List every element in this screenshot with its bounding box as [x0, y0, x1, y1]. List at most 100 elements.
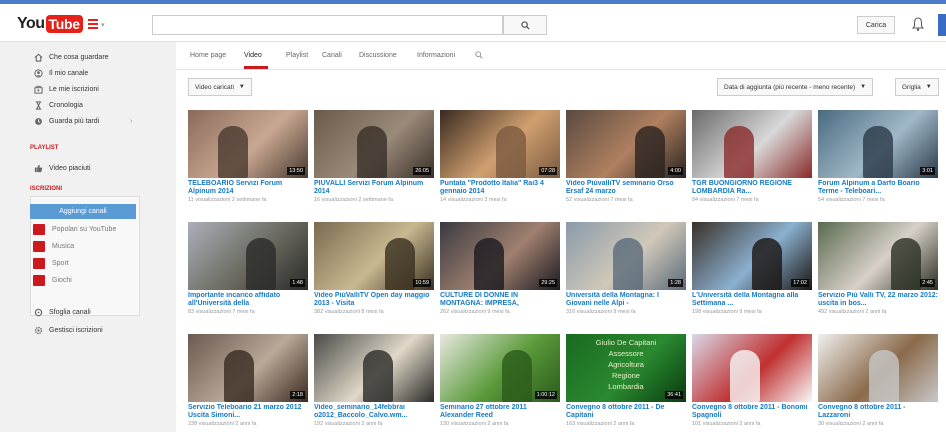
search-button[interactable]	[503, 15, 547, 35]
video-title[interactable]: Servizio Più Valli TV, 22 marzo 2012: us…	[818, 292, 938, 308]
tab-0[interactable]: Home page	[190, 52, 226, 59]
video-title[interactable]: Video PiùValliTV Open day maggio 2013 - …	[314, 292, 434, 308]
video-title[interactable]: Seminario 27 ottobre 2011 Alexander Reed	[440, 404, 560, 420]
sidebar-category-2[interactable]: Sport	[52, 260, 69, 267]
upload-button[interactable]: Carica	[857, 16, 895, 34]
video-title[interactable]: Importante incarico affidato all'Univers…	[188, 292, 308, 308]
video-title[interactable]: Puntata "Prodotto Italia" Rai3 4 gennaio…	[440, 180, 560, 196]
video-thumbnail[interactable]: Giulio De Capitani Assessore Agricoltura Re…	[566, 334, 686, 402]
video-thumbnail[interactable]: 10:59	[314, 222, 434, 290]
video-card[interactable]: 07:28 Puntata "Prodotto Italia" Rai3 4 ge…	[440, 110, 560, 220]
guide-menu-icon[interactable]: ▾	[88, 19, 106, 31]
browse-channels-icon	[33, 307, 43, 317]
sidebar-item-browse[interactable]: Sfoglia canali	[49, 309, 91, 316]
video-card[interactable]: 10:59 Video PiùValliTV Open day maggio 20…	[314, 222, 434, 332]
bell-icon[interactable]	[911, 16, 925, 32]
video-thumbnail[interactable]	[692, 110, 812, 178]
video-thumbnail[interactable]: 1:00:12	[440, 334, 560, 402]
video-title[interactable]: Convegno 8 ottobre 2011 - Bonomi Spagnol…	[692, 404, 812, 420]
video-meta: 14 visualizzazioni 3 mesi fa	[440, 197, 507, 203]
channel-search-icon[interactable]	[475, 51, 483, 61]
video-thumbnail[interactable]: 2:18	[188, 334, 308, 402]
video-card[interactable]: 3:01 Forum Alpinum a Darfo Boario Terme -…	[818, 110, 938, 220]
video-meta: 198 visualizzazioni 9 mesi fa	[692, 309, 762, 315]
video-card[interactable]: 4:00 Video PiùvalliTV seminario Orso Ersa…	[566, 110, 686, 220]
add-channels-button[interactable]: Aggiungi canali	[30, 204, 136, 219]
video-title[interactable]: TELEBOARIO Servizi Forum Alpinum 2014	[188, 180, 308, 196]
sidebar-item-liked[interactable]: Video piaciuti	[49, 165, 91, 172]
active-tab-indicator	[244, 66, 268, 69]
thumbnail-figure	[613, 238, 643, 290]
video-card[interactable]: 26:05 PIUVALLI Servizi Forum Alpinum 2014…	[314, 110, 434, 220]
filter-dropdown[interactable]: Video caricati ▼	[188, 78, 252, 96]
video-thumbnail[interactable]: 1:48	[188, 222, 308, 290]
video-title[interactable]: Convegno 8 ottobre 2011 - De Capitani	[566, 404, 686, 420]
video-thumbnail[interactable]: 17:02	[692, 222, 812, 290]
video-card[interactable]: 2:45 Servizio Più Valli TV, 22 marzo 2012…	[818, 222, 938, 332]
video-meta: 163 visualizzazioni 2 anni fa	[566, 421, 635, 427]
sidebar-category-0[interactable]: Popolari su YouTube	[52, 226, 116, 233]
video-thumbnail[interactable]	[692, 334, 812, 402]
sidebar-item-manage[interactable]: Gestisci iscrizioni	[49, 327, 103, 334]
video-title[interactable]: PIUVALLI Servizi Forum Alpinum 2014	[314, 180, 434, 196]
sidebar-category-3[interactable]: Giochi	[52, 277, 72, 284]
video-thumbnail[interactable]: 1:28	[566, 222, 686, 290]
video-thumbnail[interactable]: 4:00	[566, 110, 686, 178]
gear-icon	[33, 325, 43, 335]
chevron-right-icon[interactable]: ›	[130, 118, 132, 125]
tab-2[interactable]: Playlist	[286, 52, 308, 59]
video-title[interactable]: Video PiùvalliTV seminario Orso Ersaf 24…	[566, 180, 686, 196]
thumbnail-figure	[496, 126, 526, 178]
view-dropdown[interactable]: Griglia ▼	[895, 78, 939, 96]
search-input[interactable]	[152, 15, 503, 35]
video-thumbnail[interactable]	[314, 334, 434, 402]
tab-3[interactable]: Canali	[322, 52, 342, 59]
video-thumbnail[interactable]: 07:28	[440, 110, 560, 178]
video-card[interactable]: 1:28 Università della Montagna: I Giovani…	[566, 222, 686, 332]
video-title[interactable]: Convegno 8 ottobre 2011 - Lazzaroni	[818, 404, 938, 420]
sidebar-item-4[interactable]: Guarda più tardi	[49, 118, 99, 125]
sort-dropdown[interactable]: Data di aggiunta (più recente - meno rec…	[717, 78, 874, 96]
video-title[interactable]: Video_seminario_14febbrai o2012_Baccolo_…	[314, 404, 434, 420]
tab-1[interactable]: Video	[244, 52, 262, 59]
guide-caret-icon: ▾	[101, 22, 105, 29]
video-card[interactable]: 29:25 CULTURE DI DONNE IN MONTAGNA: IMPRE…	[440, 222, 560, 332]
video-thumbnail[interactable]: 2:45	[818, 222, 938, 290]
video-card[interactable]: 17:02 L'Università della Montagna alla Se…	[692, 222, 812, 332]
sidebar-item-3[interactable]: Cronologia	[49, 102, 83, 109]
video-card[interactable]: Giulio De Capitani Assessore Agricoltura Re…	[566, 334, 686, 432]
video-title[interactable]: Forum Alpinum a Darfo Boario Terme - Tel…	[818, 180, 938, 196]
sidebar-category-1[interactable]: Musica	[52, 243, 74, 250]
sidebar-item-2[interactable]: Le mie iscrizioni	[49, 86, 99, 93]
video-card[interactable]: 13:50 TELEBOARIO Servizi Forum Alpinum 20…	[188, 110, 308, 220]
video-title[interactable]: Università della Montagna: I Giovani nel…	[566, 292, 686, 308]
slide-line: Assessore	[608, 349, 644, 358]
video-title[interactable]: Servizio Teleboario 21 marzo 2012 Uscita…	[188, 404, 308, 420]
video-thumbnail[interactable]	[818, 334, 938, 402]
youtube-logo[interactable]: You Tube	[17, 14, 83, 34]
video-thumbnail[interactable]: 29:25	[440, 222, 560, 290]
sidebar-item-1[interactable]: Il mio canale	[49, 70, 88, 77]
video-card[interactable]: Convegno 8 ottobre 2011 - Lazzaroni 30 vi…	[818, 334, 938, 432]
view-label: Griglia	[902, 83, 921, 91]
video-title[interactable]: L'Università della Montagna alla Settima…	[692, 292, 812, 308]
tab-4[interactable]: Discussione	[359, 52, 397, 59]
sidebar-item-0[interactable]: Che cosa guardare	[49, 54, 109, 61]
video-thumbnail[interactable]: 3:01	[818, 110, 938, 178]
duration-badge: 2:18	[290, 391, 305, 399]
video-card[interactable]: 2:18 Servizio Teleboario 21 marzo 2012 Us…	[188, 334, 308, 432]
video-title[interactable]: CULTURE DI DONNE IN MONTAGNA: IMPRESA,	[440, 292, 560, 308]
avatar[interactable]	[938, 14, 946, 36]
video-card[interactable]: Convegno 8 ottobre 2011 - Bonomi Spagnol…	[692, 334, 812, 432]
video-card[interactable]: 1:48 Importante incarico affidato all'Uni…	[188, 222, 308, 332]
video-thumbnail[interactable]: 13:50	[188, 110, 308, 178]
tab-5[interactable]: Informazioni	[417, 52, 455, 59]
home-icon	[33, 52, 43, 62]
video-thumbnail[interactable]: 26:05	[314, 110, 434, 178]
video-card[interactable]: TGR BUONGIORNO REGIONE LOMBARDIA Ra... 84…	[692, 110, 812, 220]
video-card[interactable]: Video_seminario_14febbrai o2012_Baccolo_…	[314, 334, 434, 432]
video-title[interactable]: TGR BUONGIORNO REGIONE LOMBARDIA Ra...	[692, 180, 812, 196]
thumbnail-figure	[752, 238, 782, 290]
watch-later-icon	[33, 116, 43, 126]
video-card[interactable]: 1:00:12 Seminario 27 ottobre 2011 Alexand…	[440, 334, 560, 432]
